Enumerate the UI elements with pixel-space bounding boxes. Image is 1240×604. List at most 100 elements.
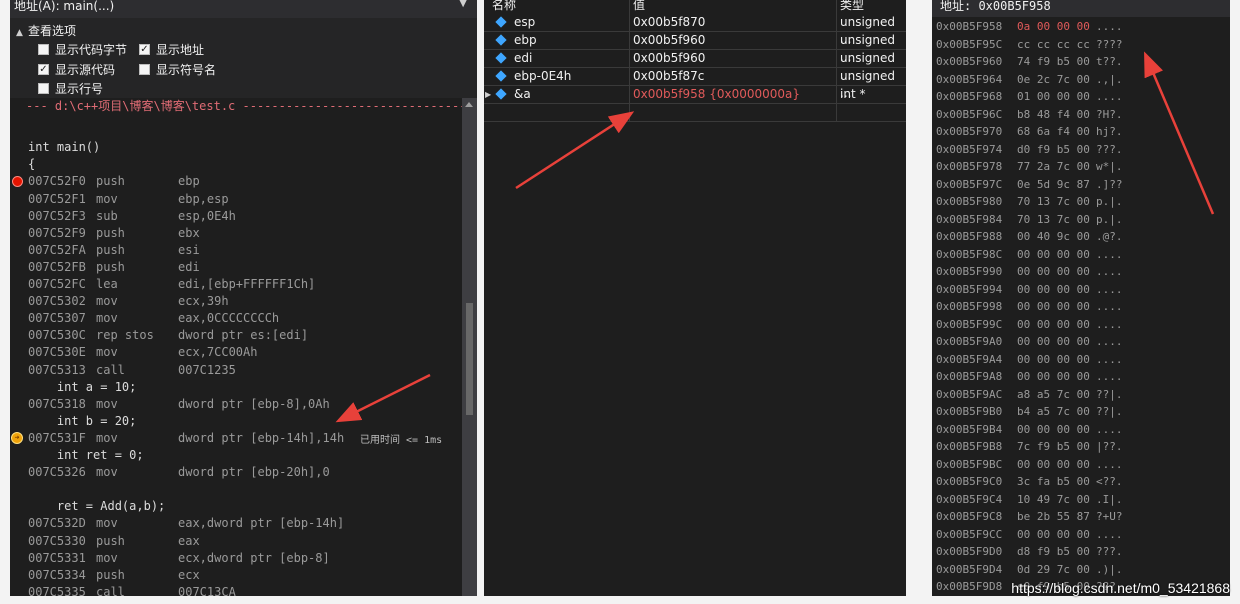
instruction-operands: eax,dword ptr [ebp-14h] bbox=[178, 516, 345, 530]
option-show-symbol-names[interactable]: 显示符号名 bbox=[139, 61, 216, 78]
memory-ascii: |??. bbox=[1096, 440, 1123, 453]
memory-hex-bytes[interactable]: 77 2a 7c 00 bbox=[1017, 158, 1090, 175]
memory-ascii: .I|. bbox=[1096, 492, 1123, 506]
watch-value[interactable]: 0x00b5f960 bbox=[633, 32, 705, 49]
memory-hex-bytes[interactable]: 7c f9 b5 00 bbox=[1017, 438, 1090, 455]
memory-hex-bytes[interactable]: 00 00 00 00 bbox=[1017, 281, 1090, 298]
option-show-address[interactable]: ✓ 显示地址 bbox=[139, 41, 204, 58]
memory-hex-bytes[interactable]: 00 00 00 00 bbox=[1017, 333, 1090, 350]
watch-value[interactable]: 0x00b5f870 bbox=[633, 14, 705, 31]
memory-hex-bytes[interactable]: 70 13 7c 00 bbox=[1017, 193, 1090, 210]
memory-address: 0x00B5F96C bbox=[936, 107, 1003, 121]
watch-name: ebp-0E4h bbox=[514, 69, 572, 83]
memory-address: 0x00B5F974 bbox=[936, 142, 1003, 156]
watch-value[interactable]: 0x00b5f87c bbox=[633, 68, 704, 85]
address-bar[interactable]: 地址(A): main(...) ▼ bbox=[10, 0, 477, 18]
instruction-operands: esp,0E4h bbox=[178, 209, 236, 223]
instruction-pointer-icon[interactable]: ➜ bbox=[11, 432, 23, 444]
memory-address: 0x00B5F968 bbox=[936, 90, 1003, 103]
memory-hex-bytes[interactable]: 3c fa b5 00 bbox=[1017, 473, 1090, 490]
memory-address: 0x00B5F9D4 bbox=[936, 562, 1003, 576]
instruction-operands: ecx,7CC00Ah bbox=[178, 345, 258, 359]
memory-hex-bytes[interactable]: 0e 5d 9c 87 bbox=[1017, 176, 1090, 193]
option-show-line-numbers[interactable]: 显示行号 bbox=[38, 80, 103, 97]
memory-hex-bytes[interactable]: 70 13 7c 00 bbox=[1017, 211, 1090, 228]
option-show-source[interactable]: ✓ 显示源代码 bbox=[38, 61, 115, 78]
memory-hex-bytes[interactable]: be 2b 55 87 bbox=[1017, 508, 1090, 525]
memory-hex-bytes[interactable]: 00 40 9c 00 bbox=[1017, 228, 1090, 245]
disassembly-code[interactable]: --- d:\c++项目\博客\博客\test.c --------------… bbox=[10, 98, 477, 596]
column-header-name[interactable]: 名称 bbox=[492, 0, 516, 13]
instruction-operands: ecx bbox=[178, 568, 200, 582]
watch-add-row[interactable] bbox=[484, 104, 906, 122]
memory-hex-bytes[interactable]: 00 00 00 00 bbox=[1017, 421, 1090, 438]
column-header-type[interactable]: 类型 bbox=[840, 0, 864, 13]
watch-value[interactable]: 0x00b5f958 {0x0000000a} bbox=[633, 86, 800, 103]
option-show-code-bytes[interactable]: 显示代码字节 bbox=[38, 41, 127, 58]
memory-hex-bytes[interactable]: d8 f9 b5 00 bbox=[1017, 543, 1090, 560]
instruction-operands: ecx,dword ptr [ebp-8] bbox=[178, 551, 330, 565]
memory-address: 0x00B5F9AC bbox=[936, 387, 1003, 401]
checkbox-checked-icon[interactable]: ✓ bbox=[139, 44, 150, 55]
memory-address: 0x00B5F98C bbox=[936, 247, 1003, 261]
instruction-opcode: mov bbox=[96, 431, 118, 445]
memory-hex-bytes[interactable]: 00 00 00 00 bbox=[1017, 316, 1090, 333]
checkbox-icon[interactable] bbox=[38, 44, 49, 55]
memory-panel: 地址: 0x00B5F958 0x00B5F958 0a 00 00 00....… bbox=[932, 0, 1230, 596]
memory-address: 0x00B5F984 bbox=[936, 212, 1003, 226]
scroll-up-icon[interactable] bbox=[465, 102, 473, 107]
instruction-opcode: mov bbox=[96, 551, 118, 565]
memory-hex-bytes[interactable]: a8 a5 7c 00 bbox=[1017, 386, 1090, 403]
watch-row[interactable]: edi 0x00b5f960 unsigned ... bbox=[484, 50, 906, 82]
memory-hex-bytes[interactable]: 00 00 00 00 bbox=[1017, 456, 1090, 473]
memory-address: 0x00B5F994 bbox=[936, 282, 1003, 296]
memory-hex-bytes[interactable]: 00 00 00 00 bbox=[1017, 351, 1090, 368]
memory-ascii: .... bbox=[1096, 247, 1123, 261]
watch-row[interactable]: ebp 0x00b5f960 unsigned ... bbox=[484, 32, 906, 64]
instruction-address: 007C5307 bbox=[28, 311, 86, 325]
expand-arrow-icon[interactable]: ▶ bbox=[485, 86, 491, 103]
vertical-scrollbar[interactable] bbox=[462, 98, 477, 596]
memory-hex-bytes[interactable]: d0 f9 b5 00 bbox=[1017, 141, 1090, 158]
instruction-address: 007C52F1 bbox=[28, 192, 86, 206]
memory-ascii: .... bbox=[1096, 317, 1123, 331]
memory-hex-bytes[interactable]: 00 00 00 00 bbox=[1017, 246, 1090, 263]
instruction-operands: dword ptr [ebp-8],0Ah bbox=[178, 397, 330, 411]
memory-hex-bytes[interactable]: 01 00 00 00 bbox=[1017, 88, 1090, 105]
memory-hex-bytes[interactable]: b4 a5 7c 00 bbox=[1017, 403, 1090, 420]
checkbox-checked-icon[interactable]: ✓ bbox=[38, 64, 49, 75]
instruction-opcode: mov bbox=[96, 294, 118, 308]
memory-hex-bytes[interactable]: 10 49 7c 00 bbox=[1017, 491, 1090, 508]
instruction-address: 007C5318 bbox=[28, 397, 86, 411]
instruction-address: 007C52F0 bbox=[28, 174, 86, 188]
watch-row[interactable]: ebp-0E4h 0x00b5f87c unsigned ... bbox=[484, 68, 906, 100]
instruction-opcode: call bbox=[96, 585, 125, 596]
memory-hex-bytes[interactable]: 00 00 00 00 bbox=[1017, 526, 1090, 543]
instruction-operands: eax,0CCCCCCCCh bbox=[178, 311, 280, 325]
asm-line: 007C5334 push ecx bbox=[28, 567, 458, 584]
memory-hex-bytes[interactable]: 68 6a f4 00 bbox=[1017, 123, 1090, 140]
checkbox-icon[interactable] bbox=[38, 83, 49, 94]
memory-hex-bytes[interactable]: 0e 2c 7c 00 bbox=[1017, 71, 1090, 88]
source-line: int b = 20; bbox=[28, 414, 137, 428]
memory-hex-bytes[interactable]: 0d 29 7c 00 bbox=[1017, 561, 1090, 578]
memory-hex-bytes[interactable]: 00 00 00 00 bbox=[1017, 368, 1090, 385]
view-options-header[interactable]: ▲ 查看选项 bbox=[16, 22, 76, 39]
column-header-value[interactable]: 值 bbox=[633, 0, 645, 13]
scrollbar-thumb[interactable] bbox=[466, 303, 473, 415]
asm-line: 007C52FB push edi bbox=[28, 259, 458, 276]
memory-hex-bytes[interactable]: 00 00 00 00 bbox=[1017, 298, 1090, 315]
watch-row[interactable]: esp 0x00b5f870 unsigned ... bbox=[484, 14, 906, 46]
memory-hex-bytes[interactable]: b8 48 f4 00 bbox=[1017, 106, 1090, 123]
checkbox-icon[interactable] bbox=[139, 64, 150, 75]
memory-hex-bytes[interactable]: cc cc cc cc bbox=[1017, 36, 1090, 53]
memory-address-bar[interactable]: 地址: 0x00B5F958 bbox=[932, 0, 1230, 17]
chevron-down-icon[interactable]: ▼ bbox=[459, 0, 467, 9]
memory-hex-bytes[interactable]: 0a 00 00 00 bbox=[1017, 18, 1090, 35]
breakpoint-icon[interactable] bbox=[12, 176, 23, 187]
memory-hex-bytes[interactable]: 74 f9 b5 00 bbox=[1017, 53, 1090, 70]
memory-hex-bytes[interactable]: 00 00 00 00 bbox=[1017, 263, 1090, 280]
watch-name: esp bbox=[514, 15, 536, 29]
watch-row[interactable]: ▶ &a 0x00b5f958 {0x0000000a} int * bbox=[484, 86, 906, 104]
watch-value[interactable]: 0x00b5f960 bbox=[633, 50, 705, 67]
